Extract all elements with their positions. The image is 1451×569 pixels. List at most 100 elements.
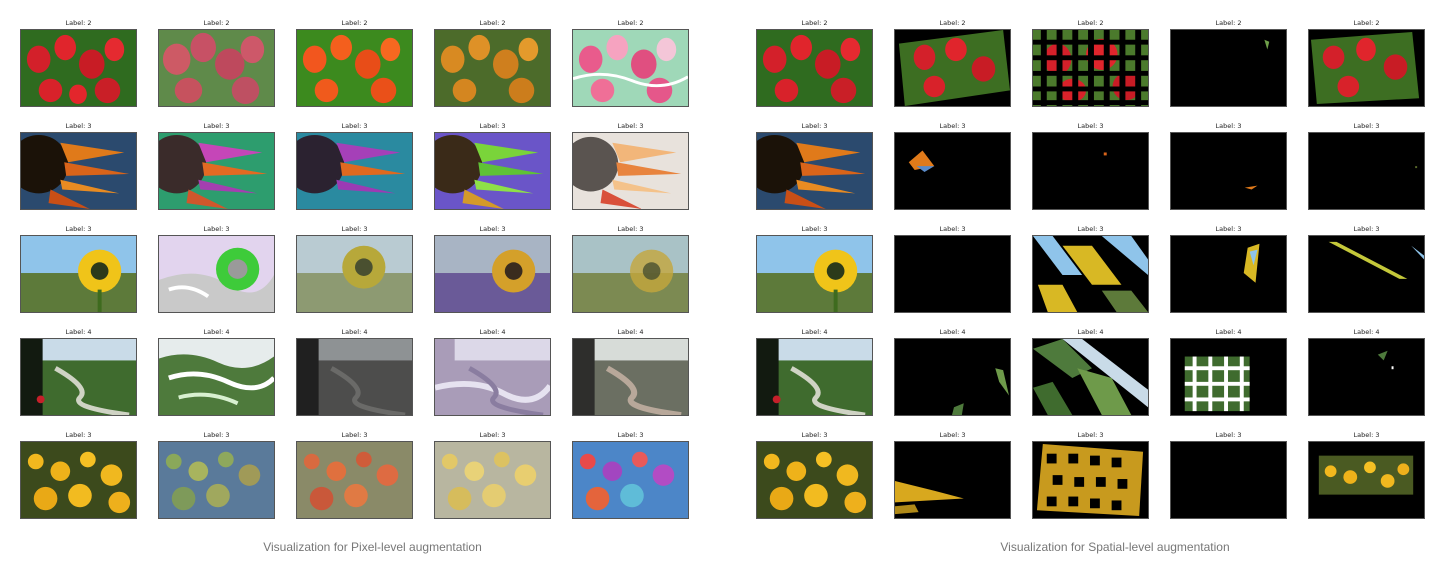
- image-label: Label: 4: [341, 328, 368, 336]
- sunflower-field-image: [756, 235, 873, 313]
- image-label: Label: 3: [203, 431, 230, 439]
- sunflower-closeup-crop-image: [1032, 132, 1149, 210]
- tulip-image: [756, 29, 873, 107]
- sunflower-meadow-red-image: [296, 441, 413, 519]
- image-label: Label: 3: [1077, 225, 1104, 233]
- valley-path-grid-image: [1170, 338, 1287, 416]
- tulip-orange-image: [296, 29, 413, 107]
- image-label: Label: 3: [939, 431, 966, 439]
- image-label: Label: 3: [479, 225, 506, 233]
- sunflower-meadow-solarize-image: [572, 441, 689, 519]
- sunflower-meadow-blue-image: [158, 441, 275, 519]
- image-label: Label: 3: [479, 431, 506, 439]
- image-label: Label: 3: [801, 225, 828, 233]
- tulip-ochre-image: [434, 29, 551, 107]
- tulip-image: [20, 29, 137, 107]
- image-label: Label: 2: [479, 19, 506, 27]
- sunflower-meadow-image: [756, 441, 873, 519]
- image-label: Label: 2: [617, 19, 644, 27]
- image-label: Label: 3: [341, 225, 368, 233]
- sunflower-closeup-fragment-image: [894, 132, 1011, 210]
- valley-path-image: [20, 338, 137, 416]
- image-label: Label: 2: [203, 19, 230, 27]
- image-label: Label: 4: [203, 328, 230, 336]
- image-label: Label: 3: [801, 122, 828, 130]
- valley-path-diagonal-image: [1032, 338, 1149, 416]
- image-label: Label: 3: [617, 225, 644, 233]
- image-label: Label: 4: [65, 328, 92, 336]
- image-label: Label: 4: [1215, 328, 1242, 336]
- sunflower-closeup-sliver-image: [1170, 132, 1287, 210]
- image-label: Label: 4: [617, 328, 644, 336]
- image-label: Label: 4: [479, 328, 506, 336]
- image-label: Label: 3: [939, 225, 966, 233]
- valley-path-dark-image: [296, 338, 413, 416]
- sunflower-meadow-image: [20, 441, 137, 519]
- image-label: Label: 2: [939, 19, 966, 27]
- image-label: Label: 3: [341, 122, 368, 130]
- image-label: Label: 3: [617, 431, 644, 439]
- image-label: Label: 3: [479, 122, 506, 130]
- image-label: Label: 3: [1077, 122, 1104, 130]
- valley-path-sliver-image: [1308, 338, 1425, 416]
- sunflower-field-strip-image: [1308, 235, 1425, 313]
- sunflower-closeup-blur-image: [158, 132, 275, 210]
- sunflower-closeup-motion-image: [296, 132, 413, 210]
- image-label: Label: 3: [801, 431, 828, 439]
- tulip-crop-image: [1170, 29, 1287, 107]
- sunflower-meadow-scaled-image: [1308, 441, 1425, 519]
- sunflower-field-blank-image: [894, 235, 1011, 313]
- sunflower-field-diagonal-mask-image: [1032, 235, 1149, 313]
- image-label: Label: 3: [1215, 122, 1242, 130]
- tulip-blur-image: [158, 29, 275, 107]
- sunflower-meadow-blank-image: [1170, 441, 1287, 519]
- image-label: Label: 2: [801, 19, 828, 27]
- image-label: Label: 3: [617, 122, 644, 130]
- pixel-augmentation-caption: Visualization for Pixel-level augmentati…: [263, 540, 482, 554]
- image-label: Label: 4: [939, 328, 966, 336]
- image-label: Label: 2: [341, 19, 368, 27]
- tulip-solarize-image: [572, 29, 689, 107]
- sunflower-meadow-pale-image: [434, 441, 551, 519]
- image-label: Label: 2: [1215, 19, 1242, 27]
- image-label: Label: 3: [65, 431, 92, 439]
- image-label: Label: 3: [65, 225, 92, 233]
- sunflower-closeup-green-image: [434, 132, 551, 210]
- image-label: Label: 3: [1215, 225, 1242, 233]
- sunflower-field-fragment-image: [1170, 235, 1287, 313]
- image-label: Label: 3: [341, 431, 368, 439]
- image-label: Label: 4: [801, 328, 828, 336]
- valley-path-image: [756, 338, 873, 416]
- image-label: Label: 2: [65, 19, 92, 27]
- sunflower-closeup-solarize-image: [572, 132, 689, 210]
- sunflower-field-blur-image: [572, 235, 689, 313]
- sunflower-field-faded-image: [296, 235, 413, 313]
- image-label: Label: 3: [1353, 431, 1380, 439]
- sunflower-field-image: [20, 235, 137, 313]
- sunflower-closeup-image: [20, 132, 137, 210]
- sunflower-field-purple-image: [434, 235, 551, 313]
- image-label: Label: 3: [203, 225, 230, 233]
- image-label: Label: 2: [1353, 19, 1380, 27]
- tulip-grid-mask-image: [1032, 29, 1149, 107]
- sunflower-field-solarize-image: [158, 235, 275, 313]
- valley-path-solarize-image: [158, 338, 275, 416]
- valley-path-fragment-image: [894, 338, 1011, 416]
- image-label: Label: 4: [1077, 328, 1104, 336]
- image-label: Label: 3: [1353, 225, 1380, 233]
- image-label: Label: 3: [65, 122, 92, 130]
- sunflower-meadow-fragment-image: [894, 441, 1011, 519]
- spatial-augmentation-caption: Visualization for Spatial-level augmenta…: [1000, 540, 1230, 554]
- image-label: Label: 3: [1353, 122, 1380, 130]
- image-label: Label: 3: [939, 122, 966, 130]
- image-label: Label: 3: [1215, 431, 1242, 439]
- tulip-shift-image: [1308, 29, 1425, 107]
- sunflower-meadow-grid-image: [1032, 441, 1149, 519]
- sunflower-closeup-image: [756, 132, 873, 210]
- image-label: Label: 3: [1077, 431, 1104, 439]
- image-label: Label: 2: [1077, 19, 1104, 27]
- valley-path-blur-image: [572, 338, 689, 416]
- tulip-rotated-image: [894, 29, 1011, 107]
- sunflower-closeup-empty-image: [1308, 132, 1425, 210]
- valley-path-lilac-image: [434, 338, 551, 416]
